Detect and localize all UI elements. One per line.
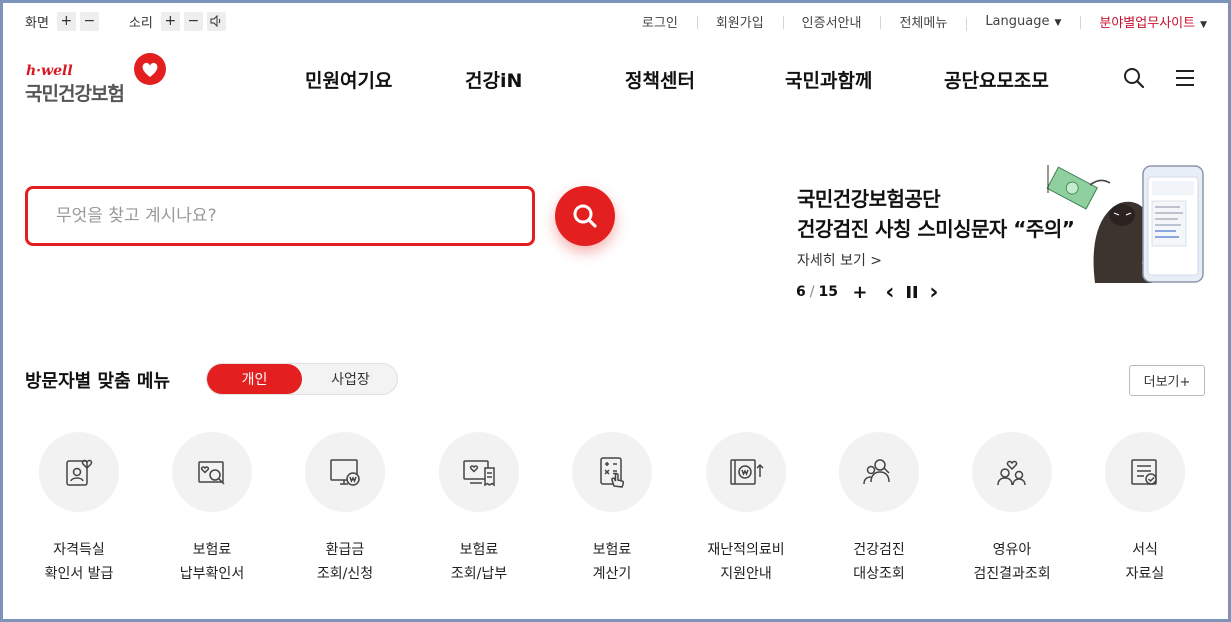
visitor-type-toggle: 개인 사업장 (206, 363, 398, 395)
parent-child-icon (997, 460, 1026, 486)
id-card-heart-icon (66, 459, 93, 486)
hamburger-menu-icon[interactable] (1173, 66, 1197, 90)
monitor-receipt-icon (463, 460, 495, 487)
all-menu-link[interactable]: 전체메뉴 (880, 12, 966, 31)
certificate-guide-link[interactable]: 인증서안내 (782, 12, 881, 31)
volume-down-button[interactable]: − (183, 11, 203, 31)
gnb-civil-service[interactable]: 민원여기요 (305, 66, 392, 92)
screen-zoom-label: 화면 (25, 15, 49, 31)
sound-label: 소리 (128, 15, 153, 31)
custom-menu-title: 방문자별 맞춤 메뉴 (25, 371, 171, 392)
heart-logo-icon (134, 53, 166, 85)
banner-next-button[interactable]: › (926, 280, 942, 305)
main-search-box (25, 186, 535, 246)
menu-item-eligibility-certificate[interactable]: 자격득실 확인서 발급 (29, 432, 129, 586)
search-icon (573, 204, 597, 228)
menu-item-refund-inquiry[interactable]: 환급금 조회/신청 (295, 432, 395, 586)
site-logo[interactable]: h·well 국민건강보험 (25, 52, 170, 105)
banner-view-all-button[interactable]: + (852, 282, 868, 303)
join-link[interactable]: 회원가입 (696, 12, 783, 31)
volume-up-button[interactable]: + (160, 11, 180, 31)
gnb-policy-center[interactable]: 정책센터 (625, 66, 695, 92)
menu-item-premium-inquiry-payment[interactable]: 보험료 조회/납부 (429, 432, 529, 586)
calculator-icon (600, 457, 625, 488)
menu-item-premium-calculator[interactable]: 보험료 계산기 (562, 432, 662, 586)
gnb-with-people[interactable]: 국민과함께 (785, 66, 872, 92)
login-link[interactable]: 로그인 (623, 12, 697, 31)
menu-item-form-library[interactable]: 서식 자료실 (1095, 432, 1195, 586)
banner-title[interactable]: 국민건강보험공단 건강검진 사칭 스미싱문자 “주의” (797, 184, 1075, 244)
caret-down-icon: ▼ (1054, 17, 1062, 28)
search-button[interactable] (555, 186, 615, 246)
zoom-out-button[interactable]: − (79, 11, 99, 31)
banner-total-pages: 15 (818, 284, 838, 300)
people-icon (863, 459, 890, 485)
search-document-icon (198, 461, 225, 485)
menu-item-catastrophic-medical-support[interactable]: 재난적의료비 지원안내 (696, 432, 796, 586)
banner-current-page: 6 (796, 284, 806, 300)
caret-down-icon: ▼ (1200, 19, 1207, 30)
logo-brand-en: h·well (26, 63, 73, 79)
business-sites-dropdown[interactable]: 분야별업무사이트 ▼ (1080, 12, 1207, 31)
top-navigation: 로그인 회원가입 인증서안내 전체메뉴 Language ▼ 분야별업무사이트 ▼ (623, 10, 1207, 32)
medical-cost-icon (730, 459, 764, 485)
speaker-icon[interactable] (206, 11, 226, 31)
zoom-in-button[interactable]: + (56, 11, 76, 31)
menu-item-health-checkup-target[interactable]: 건강검진 대상조회 (829, 432, 929, 586)
menu-item-infant-checkup-result[interactable]: 영유아 검진결과조회 (962, 432, 1062, 586)
banner-more-link[interactable]: 자세히 보기 > (797, 250, 882, 270)
gnb-about-nhis[interactable]: 공단요모조모 (944, 66, 1049, 92)
form-document-icon (1131, 459, 1157, 485)
refund-monitor-icon (330, 459, 360, 486)
language-dropdown[interactable]: Language ▼ (966, 14, 1080, 31)
gnb-health-in[interactable]: 건강iN (465, 66, 522, 92)
accessibility-controls: 화면 + − 소리 + − (25, 10, 230, 32)
menu-item-premium-payment-certificate[interactable]: 보험료 납부확인서 (162, 432, 262, 586)
tab-personal[interactable]: 개인 (207, 364, 302, 394)
main-search-input[interactable] (28, 189, 532, 243)
banner-prev-button[interactable]: ‹ (882, 280, 898, 305)
pause-icon[interactable] (904, 283, 920, 301)
search-icon[interactable] (1122, 66, 1146, 90)
tab-business[interactable]: 사업장 (303, 364, 398, 394)
smishing-illustration (1046, 165, 1204, 283)
banner-pager: 6 / 15 + ‹ › (796, 280, 942, 305)
logo-brand-kr: 국민건강보험 (25, 83, 125, 105)
more-menu-button[interactable]: 더보기+ (1129, 365, 1205, 396)
